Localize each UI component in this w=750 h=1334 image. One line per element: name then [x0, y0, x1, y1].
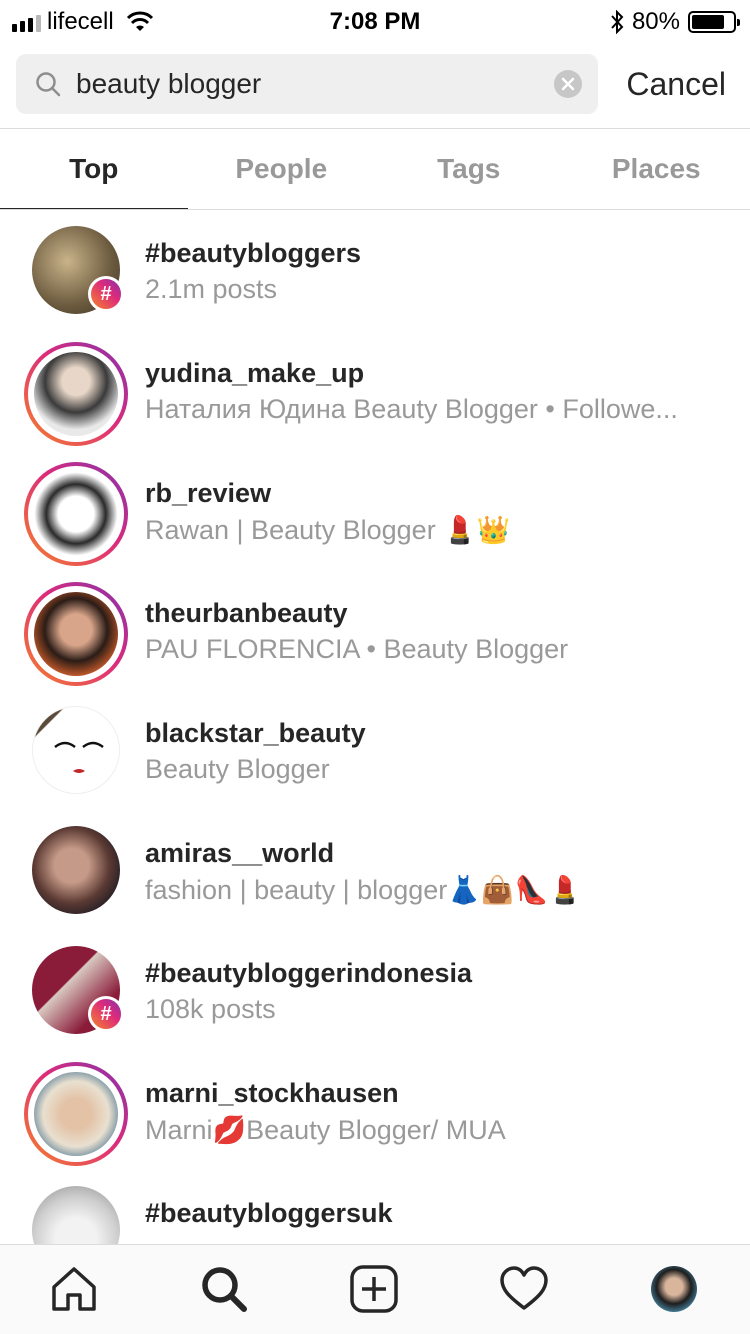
user-avatar: [24, 702, 128, 806]
user-avatar: [24, 1062, 128, 1166]
avatar-image: [32, 826, 120, 914]
result-title: amiras__world: [145, 838, 335, 868]
home-icon[interactable]: [48, 1263, 100, 1315]
status-bar: lifecell 7:08 PM 80%: [0, 0, 750, 40]
result-title: blackstar_beauty: [145, 718, 366, 748]
tab-people[interactable]: People: [188, 129, 376, 210]
hashtag-badge-icon: #: [88, 996, 124, 1032]
profile-avatar-image: [651, 1266, 697, 1312]
search-row: beauty blogger Cancel: [16, 54, 750, 114]
hashtag-badge-icon: #: [88, 276, 124, 312]
hashtag-avatar: [24, 1182, 128, 1244]
result-subtitle: Rawan | Beauty Blogger 💄👑: [145, 515, 511, 545]
result-title: #beautybloggersuk: [145, 1198, 393, 1228]
result-title: theurbanbeauty: [145, 598, 348, 628]
result-row[interactable]: theurbanbeauty PAU FLORENCIA • Beauty Bl…: [0, 570, 750, 690]
result-title: #beautybloggers: [145, 238, 362, 268]
hashtag-image: [32, 1186, 120, 1244]
bottom-tab-bar: [0, 1244, 750, 1334]
result-row[interactable]: blackstar_beauty Beauty Blogger: [0, 690, 750, 810]
result-subtitle: 2.1m posts: [145, 274, 278, 304]
result-title: #beautybloggerindonesia: [145, 958, 473, 988]
user-avatar: [24, 342, 128, 446]
result-subtitle: Marni💋Beauty Blogger/ MUA: [145, 1115, 506, 1145]
search-icon: [36, 72, 61, 97]
hashtag-avatar: #: [24, 942, 128, 1046]
battery-icon: [688, 11, 740, 33]
bluetooth-icon: [611, 10, 624, 34]
search-tabs: Top People Tags Places: [0, 129, 750, 210]
cancel-button[interactable]: Cancel: [626, 66, 726, 103]
result-subtitle: Наталия Юдина Beauty Blogger • Followe..…: [145, 394, 678, 424]
result-subtitle: Beauty Blogger: [145, 754, 330, 784]
result-title: rb_review: [145, 478, 272, 508]
result-row[interactable]: # #beautybloggerindonesia 108k posts: [0, 930, 750, 1050]
status-right: 80%: [610, 8, 740, 36]
avatar-image: [34, 592, 118, 676]
result-row[interactable]: yudina_make_up Наталия Юдина Beauty Blog…: [0, 330, 750, 450]
result-title: marni_stockhausen: [145, 1078, 399, 1108]
tab-tags[interactable]: Tags: [375, 129, 563, 210]
search-query[interactable]: beauty blogger: [76, 68, 261, 100]
user-avatar: [24, 822, 128, 926]
result-row[interactable]: # #beautybloggers 2.1m posts: [0, 210, 750, 330]
hashtag-avatar: #: [24, 222, 128, 326]
result-row[interactable]: amiras__world fashion | beauty | blogger…: [0, 810, 750, 930]
result-title: yudina_make_up: [145, 358, 365, 388]
tab-top[interactable]: Top: [0, 129, 188, 210]
plus-square-icon[interactable]: [348, 1263, 400, 1315]
result-subtitle: PAU FLORENCIA • Beauty Blogger: [145, 634, 569, 664]
avatar-image: [32, 706, 120, 794]
avatar-image: [34, 1072, 118, 1156]
profile-avatar[interactable]: [648, 1263, 700, 1315]
search-results-list: # #beautybloggers 2.1m posts yudina_make…: [0, 210, 750, 1244]
result-subtitle: fashion | beauty | blogger👗👜👠💄: [145, 875, 582, 905]
search-icon[interactable]: [198, 1263, 250, 1315]
result-subtitle: 108k posts: [145, 994, 276, 1024]
battery-level: [692, 15, 724, 29]
result-row[interactable]: rb_review Rawan | Beauty Blogger 💄👑: [0, 450, 750, 570]
battery-percent: 80%: [631, 8, 680, 35]
result-row[interactable]: marni_stockhausen Marni💋Beauty Blogger/ …: [0, 1050, 750, 1170]
avatar-image: [34, 472, 118, 556]
clear-icon[interactable]: [554, 70, 582, 98]
user-avatar: [24, 582, 128, 686]
result-row[interactable]: #beautybloggersuk: [0, 1170, 750, 1244]
user-avatar: [24, 462, 128, 566]
search-input[interactable]: beauty blogger: [16, 54, 598, 114]
heart-icon[interactable]: [498, 1263, 550, 1315]
tab-places[interactable]: Places: [563, 129, 750, 210]
avatar-image: [34, 352, 118, 436]
